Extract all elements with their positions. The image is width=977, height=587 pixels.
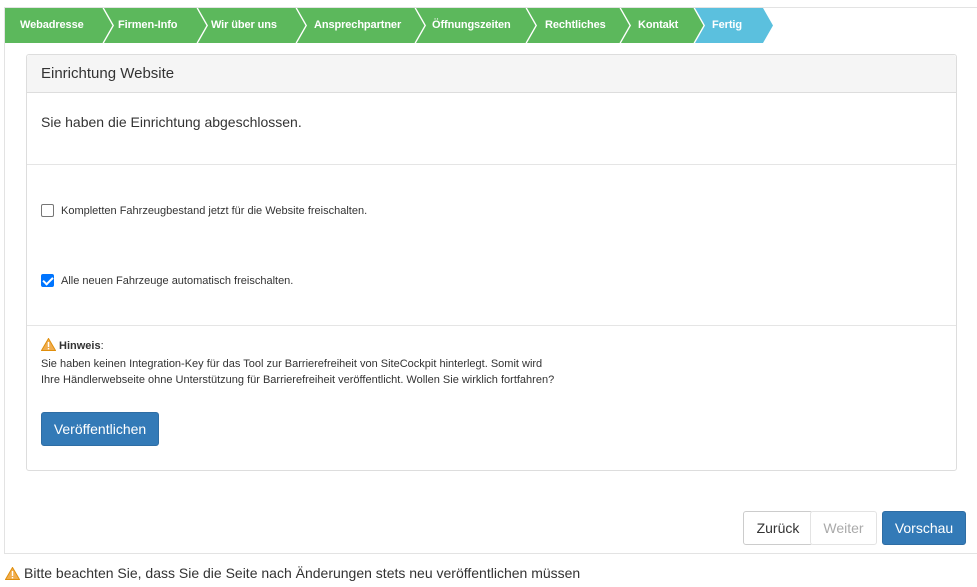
completion-message: Sie haben die Einrichtung abgeschlossen. — [41, 114, 302, 130]
step-rechtliches[interactable]: Rechtliches — [527, 8, 631, 43]
footer-notice-text: Bitte beachten Sie, dass Sie die Seite n… — [24, 565, 581, 581]
checkbox-unlock-all[interactable] — [41, 204, 54, 217]
hint-box: Hinweis: Sie haben keinen Integration-Ke… — [40, 337, 561, 388]
option-auto-unlock-new[interactable]: Alle neuen Fahrzeuge automatisch freisch… — [41, 274, 293, 287]
option-label: Kompletten Fahrzeugbestand jetzt für die… — [61, 204, 368, 217]
step-kontakt[interactable]: Kontakt — [621, 8, 705, 43]
step-webadresse[interactable]: Webadresse — [5, 8, 113, 43]
back-button[interactable]: Zurück — [743, 511, 813, 545]
step-fertig[interactable]: Fertig — [695, 8, 773, 43]
preview-button[interactable]: Vorschau — [882, 511, 966, 545]
step-wir-ueber-uns[interactable]: Wir über uns — [198, 8, 307, 43]
step-firmen-info[interactable]: Firmen-Info — [104, 8, 208, 43]
hint-text: Sie haben keinen Integration-Key für das… — [41, 358, 555, 386]
step-ansprechpartner[interactable]: Ansprechpartner — [297, 8, 426, 43]
hint-colon: : — [100, 340, 104, 352]
publish-button[interactable]: Veröffentlichen — [41, 412, 159, 446]
step-oeffnungszeiten[interactable]: Öffnungszeiten — [416, 8, 537, 43]
option-unlock-all-vehicles[interactable]: Kompletten Fahrzeugbestand jetzt für die… — [41, 204, 367, 217]
setup-panel: Einrichtung Website Sie haben die Einric… — [26, 54, 957, 471]
step-label: Ansprechpartner — [314, 19, 402, 31]
step-label: Öffnungszeiten — [432, 19, 511, 31]
step-label: Kontakt — [638, 19, 679, 31]
warning-icon — [40, 337, 57, 356]
panel-title: Einrichtung Website — [27, 55, 956, 93]
step-label: Webadresse — [20, 19, 84, 31]
divider — [27, 164, 956, 165]
step-label: Rechtliches — [545, 19, 606, 31]
wizard-steps: Webadresse Firmen-Info Wir über uns Ansp… — [5, 8, 773, 43]
checkbox-auto-unlock[interactable] — [41, 274, 54, 287]
warning-icon — [4, 566, 21, 580]
divider — [27, 325, 956, 326]
step-label: Firmen-Info — [118, 19, 178, 31]
next-button[interactable]: Weiter — [810, 511, 877, 545]
option-label: Alle neuen Fahrzeuge automatisch freisch… — [61, 274, 294, 287]
footer-notice: Bitte beachten Sie, dass Sie die Seite n… — [4, 565, 581, 581]
step-label: Fertig — [712, 19, 742, 31]
hint-title: Hinweis — [59, 340, 101, 352]
step-label: Wir über uns — [211, 19, 277, 31]
